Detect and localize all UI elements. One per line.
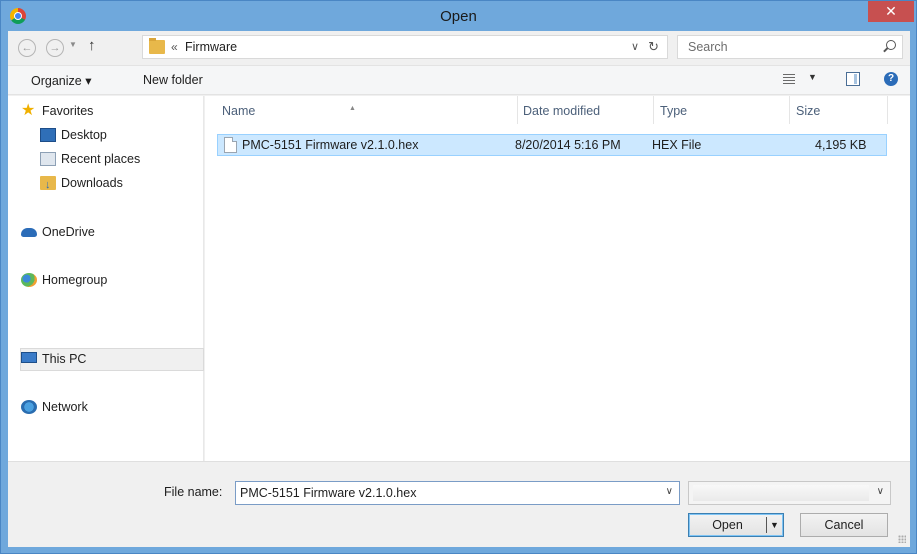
open-button-label: Open (712, 518, 743, 532)
file-date: 8/20/2014 5:16 PM (515, 138, 621, 152)
file-name-value: PMC-5151 Firmware v2.1.0.hex (240, 486, 417, 500)
onedrive-icon (21, 228, 37, 237)
title-bar[interactable]: Open ✕ (1, 1, 916, 31)
close-button[interactable]: ✕ (868, 1, 914, 22)
file-list[interactable]: Name ▲ Date modified Type Size PMC-5151 … (205, 96, 910, 461)
chevron-down-icon: ∨ (876, 486, 884, 497)
nav-item-label: Downloads (61, 176, 123, 190)
file-icon (224, 137, 237, 153)
column-header-name[interactable]: Name ▲ (222, 104, 356, 118)
address-row: ← → ▼ ↑ « Firmware ∨ ↻ Search (8, 31, 910, 65)
nav-item-label: OneDrive (42, 225, 95, 239)
new-folder-button[interactable]: New folder (143, 73, 203, 87)
network-icon (21, 400, 37, 414)
up-folder-button[interactable]: ↑ (88, 37, 96, 54)
file-name-label: File name: (164, 485, 223, 499)
open-dialog: Open ✕ ← → ▼ ↑ « Firmware ∨ ↻ Search Org… (0, 0, 917, 554)
nav-item-label: Recent places (61, 152, 141, 166)
sort-ascending-icon: ▲ (349, 105, 356, 112)
preview-pane-icon[interactable] (846, 72, 860, 86)
cancel-button[interactable]: Cancel (800, 513, 888, 537)
view-details-icon (783, 74, 795, 84)
file-type: HEX File (652, 138, 702, 152)
column-header-type[interactable]: Type (660, 104, 687, 118)
column-divider[interactable] (887, 96, 888, 124)
file-type-value (693, 485, 869, 501)
search-icon[interactable] (886, 40, 896, 50)
nav-item-label: Favorites (42, 104, 94, 118)
recent-places-icon (40, 152, 56, 166)
organize-button[interactable]: Organize ▾ (31, 73, 91, 88)
column-divider[interactable] (653, 96, 654, 124)
address-dropdown-icon[interactable]: ∨ (631, 40, 639, 53)
split-divider (766, 517, 767, 533)
column-divider[interactable] (789, 96, 790, 124)
file-size: 4,195 KB (815, 138, 867, 152)
address-bar[interactable]: « Firmware ∨ ↻ (142, 35, 668, 59)
search-input[interactable]: Search (677, 35, 903, 59)
search-placeholder: Search (688, 40, 728, 54)
folder-icon (149, 38, 165, 54)
column-divider[interactable] (517, 96, 518, 124)
column-header-date[interactable]: Date modified (523, 104, 600, 118)
file-name: PMC-5151 Firmware v2.1.0.hex (242, 138, 419, 152)
chevron-down-icon: ▼ (808, 72, 817, 82)
column-header-size[interactable]: Size (796, 104, 820, 118)
desktop-icon (40, 128, 56, 142)
open-options-dropdown-icon[interactable]: ▼ (770, 514, 779, 536)
open-button[interactable]: Open ▼ (688, 513, 784, 537)
change-view-button[interactable]: ▼ (783, 72, 819, 88)
file-row[interactable]: PMC-5151 Firmware v2.1.0.hex 8/20/2014 5… (217, 134, 887, 156)
navigation-pane: ★ Favorites Desktop Recent places Downlo… (8, 96, 204, 461)
nav-item-label: Homegroup (42, 273, 108, 287)
nav-item-label: Desktop (61, 128, 107, 142)
file-name-dropdown-icon[interactable]: ∨ (666, 486, 673, 497)
command-toolbar: Organize ▾ New folder ▼ ? (8, 65, 910, 95)
star-icon: ★ (21, 102, 36, 119)
computer-icon (21, 352, 37, 363)
back-button[interactable]: ← (18, 39, 36, 57)
downloads-icon (40, 174, 56, 196)
resize-grip[interactable] (898, 535, 906, 543)
homegroup-icon (21, 273, 37, 287)
file-name-input[interactable]: PMC-5151 Firmware v2.1.0.hex ∨ (235, 481, 680, 505)
forward-button[interactable]: → (46, 39, 64, 57)
file-type-select[interactable]: ∨ (688, 481, 891, 505)
breadcrumb-firmware[interactable]: Firmware (185, 40, 237, 54)
column-label: Name (222, 104, 256, 118)
dialog-content: ← → ▼ ↑ « Firmware ∨ ↻ Search Organize ▾… (8, 31, 910, 547)
nav-item-label: This PC (42, 352, 87, 366)
breadcrumb-overflow[interactable]: « (171, 40, 178, 54)
recent-locations-dropdown[interactable]: ▼ (69, 40, 77, 49)
nav-item-label: Network (42, 400, 88, 414)
help-icon[interactable]: ? (884, 72, 898, 86)
file-name-area: File name: PMC-5151 Firmware v2.1.0.hex … (8, 461, 910, 547)
dialog-title: Open (440, 8, 477, 25)
refresh-icon[interactable]: ↻ (648, 39, 659, 55)
